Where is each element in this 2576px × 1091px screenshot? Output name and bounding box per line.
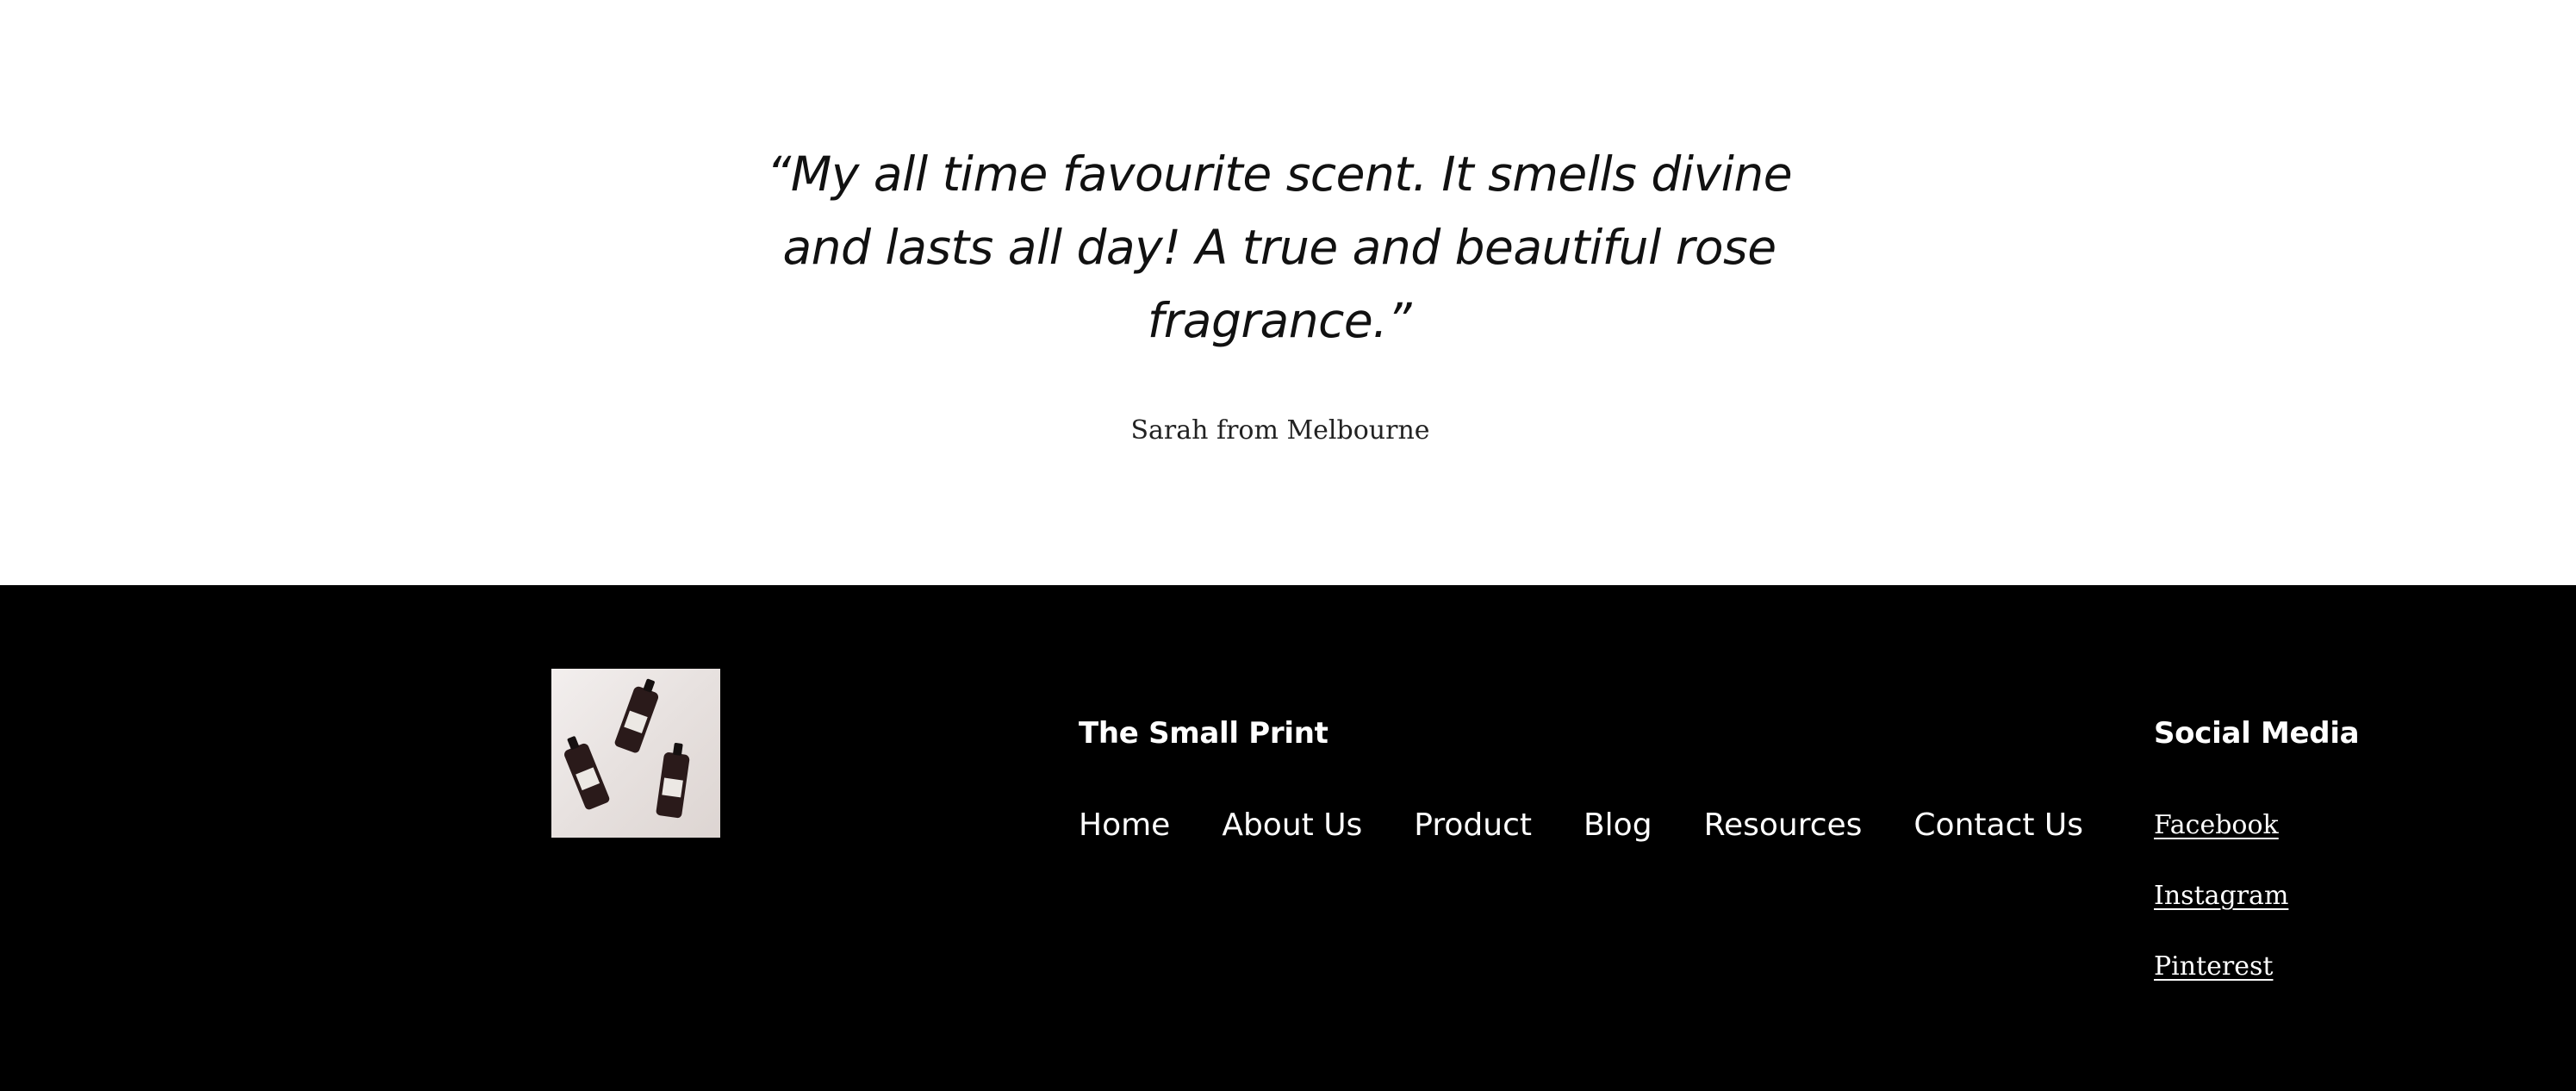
footer-nav-blog[interactable]: Blog xyxy=(1584,807,1652,845)
instagram-link[interactable]: Instagram xyxy=(2154,878,2288,914)
bottle-icon xyxy=(563,742,611,811)
footer-logo-image[interactable] xyxy=(551,669,720,838)
bottle-icon xyxy=(655,751,691,819)
bottle-icon xyxy=(613,685,660,754)
footer-nav-contact-us[interactable]: Contact Us xyxy=(1913,807,2083,845)
footer-nav-about-us[interactable]: About Us xyxy=(1222,807,1362,845)
pinterest-link[interactable]: Pinterest xyxy=(2154,949,2288,985)
social-media-heading: Social Media xyxy=(2154,716,2360,751)
testimonial-quote: “My all time favourite scent. It smells … xyxy=(766,147,1793,348)
testimonial-author: Sarah from Melbourne xyxy=(1130,415,1430,446)
footer-nav-product[interactable]: Product xyxy=(1414,807,1532,845)
footer-nav-home[interactable]: Home xyxy=(1079,807,1170,845)
footer-nav: Home About Us Product Blog Resources Con… xyxy=(1079,807,2083,845)
social-links: Facebook Instagram Pinterest xyxy=(2154,807,2288,985)
small-print-heading: The Small Print xyxy=(1079,716,1328,751)
footer-nav-resources[interactable]: Resources xyxy=(1704,807,1863,845)
facebook-link[interactable]: Facebook xyxy=(2154,807,2288,844)
testimonial-section: “My all time favourite scent. It smells … xyxy=(0,0,2576,585)
site-footer: The Small Print Home About Us Product Bl… xyxy=(0,585,2576,1091)
